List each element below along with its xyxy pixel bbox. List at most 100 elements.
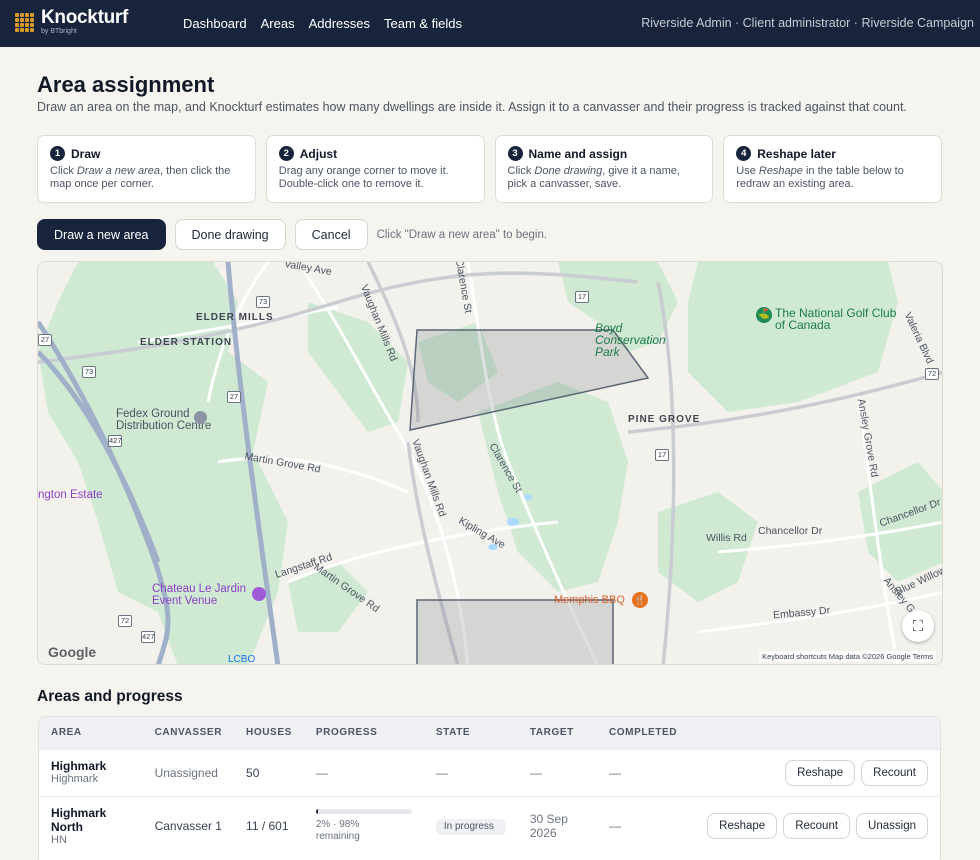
- progress-bar: [315, 809, 412, 815]
- highway-shield: 73: [82, 366, 96, 378]
- logo-icon: [15, 13, 34, 32]
- highway-shield: 27: [227, 391, 241, 403]
- col-header: STATE: [435, 727, 471, 739]
- highway-shield: 72: [925, 368, 939, 380]
- reshape-button[interactable]: Reshape: [707, 813, 778, 840]
- poi-conservation-park[interactable]: Boyd Conservation Park: [595, 322, 675, 358]
- user-info[interactable]: Riverside Admin · Client administrator ·…: [641, 16, 974, 30]
- draw-toolbar: Draw a new area Done drawing Cancel Clic…: [37, 219, 547, 250]
- step-card-adjust: 2 Adjust Drag any orange corner to move i…: [265, 135, 485, 203]
- brand-name: Knockturf: [41, 7, 129, 28]
- table-header-row: AREA CANVASSER HOUSES PROGRESS STATE TAR…: [39, 717, 940, 749]
- poi-golf-club[interactable]: ⛳ The National Golf Club of Canada: [756, 307, 897, 331]
- golf-icon: ⛳: [756, 307, 772, 323]
- highway-shield: 27: [38, 334, 52, 346]
- brand-tagline: by BTbright: [41, 28, 77, 35]
- fullscreen-icon[interactable]: ⛶: [902, 610, 934, 642]
- google-logo: Google: [48, 644, 97, 660]
- step-body: Click Draw a new area, then click the ma…: [50, 165, 231, 190]
- col-header: AREA: [51, 727, 82, 739]
- step-body: Click Done drawing, give it a name, pick…: [507, 165, 680, 190]
- step-title: Name and assign: [528, 146, 628, 161]
- status-badge: In progress: [435, 818, 506, 835]
- table-row: Highmark Highmark Unassigned 50 — — — — …: [39, 748, 940, 796]
- poi-chateau[interactable]: Chateau Le Jardin Event Venue: [152, 583, 270, 607]
- progress-cell: —: [303, 748, 424, 796]
- poi-bbq[interactable]: Memphis BBQ 🍴: [554, 592, 648, 608]
- recount-button[interactable]: Recount: [861, 759, 928, 786]
- main-nav: Dashboard Areas Addresses Team & fields: [183, 16, 462, 31]
- step-number: 3: [507, 146, 523, 161]
- street-label: Willis Rd: [706, 532, 747, 544]
- table-row: Highmark North HN Canvasser 1 11 / 601 2…: [39, 795, 940, 856]
- nav-areas[interactable]: Areas: [261, 16, 295, 31]
- recount-button[interactable]: Recount: [783, 813, 851, 840]
- col-header: PROGRESS: [315, 727, 378, 739]
- highway-shield: 73: [256, 296, 270, 308]
- highway-shield: 427: [108, 435, 122, 447]
- canvasser-cell: Unassigned: [142, 748, 235, 796]
- step-card-name-assign: 3 Name and assign Click Done drawing, giv…: [494, 135, 714, 203]
- unassign-button[interactable]: Unassign: [856, 813, 928, 840]
- completed-cell: —: [596, 748, 690, 796]
- place-label: PINE GROVE: [628, 414, 701, 425]
- draw-new-area-button[interactable]: Draw a new area: [37, 219, 166, 250]
- place-label: ELDER MILLS: [196, 312, 274, 323]
- highway-shield: 72: [118, 615, 132, 627]
- area-code: HN: [51, 833, 67, 846]
- col-header: CANVASSER: [154, 727, 223, 739]
- toolbar-hint: Click "Draw a new area" to begin.: [376, 228, 548, 241]
- step-number: 1: [50, 146, 65, 161]
- step-title: Reshape later: [757, 146, 836, 161]
- nav-addresses[interactable]: Addresses: [309, 16, 370, 31]
- page-description: Draw an area on the map, and Knockturf e…: [37, 100, 907, 114]
- page-title: Area assignment: [37, 72, 215, 97]
- top-nav: Knockturf by BTbright Dashboard Areas Ad…: [0, 0, 980, 47]
- highway-shield: 17: [655, 449, 669, 461]
- area-map[interactable]: ELDER MILLS ELDER STATION PINE GROVE Val…: [37, 261, 943, 665]
- step-title: Draw: [71, 146, 101, 161]
- highway-shield: 17: [575, 291, 589, 303]
- col-header: TARGET: [529, 727, 574, 739]
- instruction-steps: 1 Draw Click Draw a new area, then click …: [37, 135, 942, 203]
- houses-cell: 50: [234, 748, 304, 796]
- step-number: 4: [736, 146, 752, 161]
- street-label: Chancellor Dr: [758, 525, 823, 537]
- restaurant-icon: 🍴: [631, 592, 648, 608]
- areas-table: AREA CANVASSER HOUSES PROGRESS STATE TAR…: [38, 716, 941, 860]
- step-title: Adjust: [299, 146, 338, 161]
- progress-cell: 2% · 98% remaining: [303, 795, 424, 856]
- target-cell: —: [517, 748, 597, 796]
- step-card-draw: 1 Draw Click Draw a new area, then click …: [37, 135, 256, 203]
- progress-fill: [315, 809, 318, 815]
- brand[interactable]: Knockturf by BTbright: [15, 7, 129, 36]
- area-name: Highmark: [51, 759, 107, 773]
- target-cell: 30 Sep 2026: [517, 795, 597, 856]
- highway-shield: 427: [141, 631, 155, 643]
- map-attribution[interactable]: Keyboard shortcuts Map data ©2026 Google…: [759, 651, 936, 662]
- reshape-button[interactable]: Reshape: [785, 759, 856, 786]
- col-header: COMPLETED: [608, 727, 678, 739]
- poi-lcbo[interactable]: LCBO: [228, 654, 255, 664]
- houses-cell: 11 / 601: [234, 795, 304, 856]
- done-drawing-button[interactable]: Done drawing: [174, 219, 286, 250]
- cancel-button[interactable]: Cancel: [294, 219, 368, 250]
- place-label: ELDER STATION: [140, 337, 233, 348]
- nav-dashboard[interactable]: Dashboard: [183, 16, 247, 31]
- section-title: Areas and progress: [37, 688, 183, 705]
- completed-cell: —: [596, 795, 690, 856]
- canvasser-cell: Canvasser 1: [142, 795, 235, 856]
- step-body: Drag any orange corner to move it. Doubl…: [278, 165, 449, 190]
- step-card-reshape: 4 Reshape later Use Reshape in the table …: [723, 135, 942, 203]
- state-cell: —: [423, 748, 518, 796]
- poi-estate[interactable]: ngton Estate: [38, 489, 103, 501]
- area-name: Highmark North: [51, 805, 107, 834]
- location-pin-icon: [194, 411, 207, 424]
- nav-team-fields[interactable]: Team & fields: [384, 16, 462, 31]
- progress-text: 2% · 98% remaining: [315, 819, 360, 843]
- poi-fedex[interactable]: Fedex Ground Distribution Centre: [116, 408, 222, 432]
- venue-pin-icon: [252, 587, 266, 601]
- step-number: 2: [278, 146, 294, 161]
- area-code: Highmark: [51, 773, 99, 785]
- step-body: Use Reshape in the table below to redraw…: [736, 165, 904, 190]
